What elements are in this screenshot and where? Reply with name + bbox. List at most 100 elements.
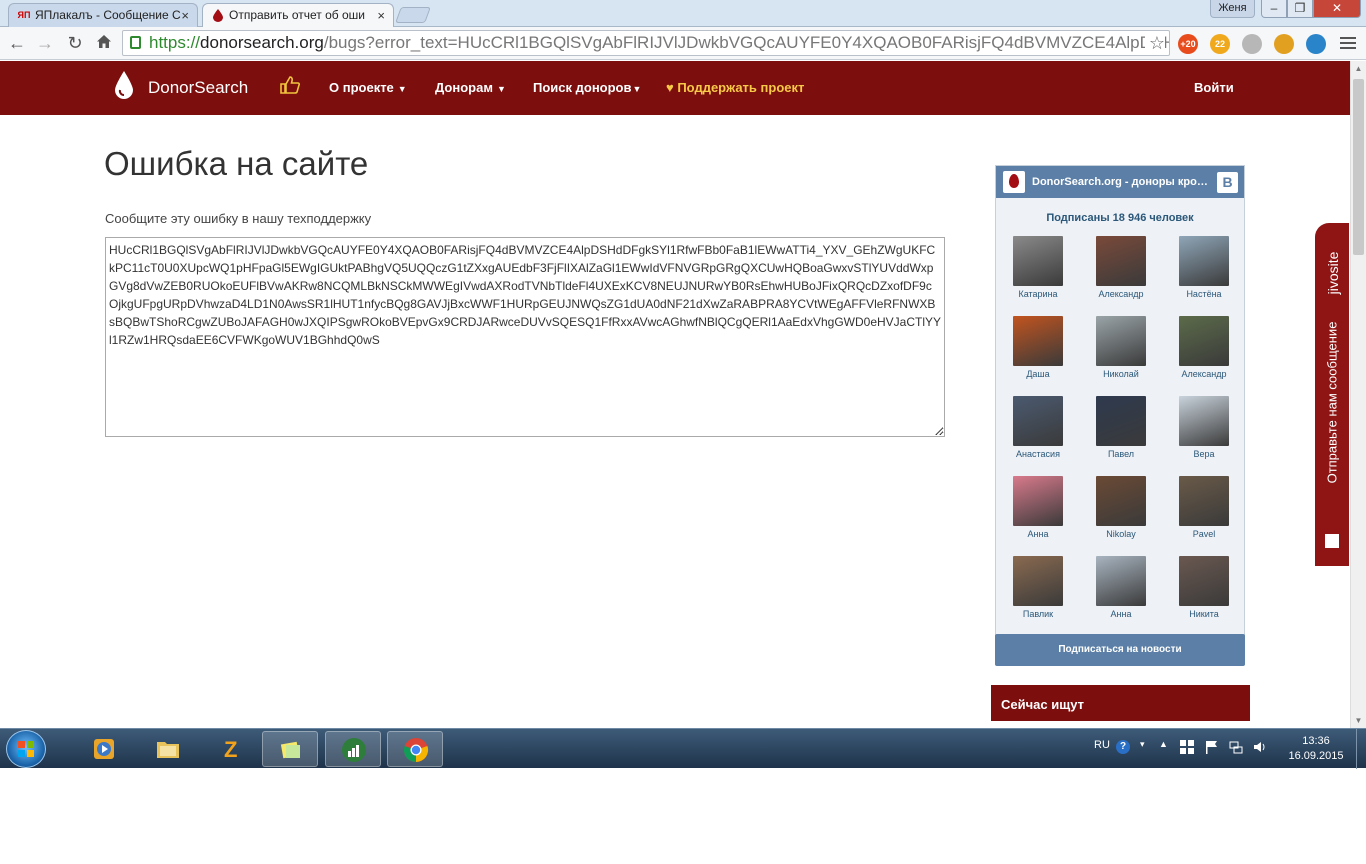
windows-tray-icon[interactable] [1180, 740, 1194, 754]
profile-button[interactable]: Женя [1210, 0, 1255, 18]
community-avatar[interactable] [1003, 171, 1025, 193]
vk-member[interactable]: Настёна [1169, 236, 1239, 299]
member-name[interactable]: Катарина [1003, 289, 1073, 299]
input-options-icon[interactable]: ▾ [1140, 739, 1145, 750]
nav-about[interactable]: О проекте ▼ [329, 80, 407, 95]
tab-close-icon[interactable]: × [181, 8, 189, 23]
error-text-area[interactable]: HUcCRl1BGQlSVgAbFlRIJVlJDwkbVGQcAUYFE0Y4… [105, 237, 945, 437]
forward-arrow-icon[interactable]: → [34, 32, 56, 54]
member-avatar[interactable] [1096, 236, 1146, 286]
vk-member[interactable]: Павел [1086, 396, 1156, 459]
site-logo-text[interactable]: DonorSearch [148, 78, 248, 98]
vk-member[interactable]: Вера [1169, 396, 1239, 459]
vk-community-title[interactable]: DonorSearch.org - доноры крови [1032, 176, 1210, 188]
nav-donors[interactable]: Донорам ▼ [435, 80, 506, 95]
member-name[interactable]: Настёна [1169, 289, 1239, 299]
member-avatar[interactable] [1096, 476, 1146, 526]
member-avatar[interactable] [1013, 316, 1063, 366]
home-icon[interactable] [93, 32, 115, 54]
member-avatar[interactable] [1096, 316, 1146, 366]
taskbar-zona[interactable]: Z [204, 731, 260, 767]
network-icon[interactable] [1229, 740, 1243, 754]
member-avatar[interactable] [1013, 396, 1063, 446]
nav-donor-search[interactable]: Поиск доноров▼ [533, 80, 641, 95]
member-name[interactable]: Никита [1169, 609, 1239, 619]
subscriber-count[interactable]: Подписаны 18 946 человек [996, 212, 1244, 224]
scroll-down-icon[interactable]: ▼ [1351, 713, 1366, 728]
login-link[interactable]: Войти [1194, 80, 1234, 95]
member-avatar[interactable] [1179, 236, 1229, 286]
vk-member[interactable]: Павлик [1003, 556, 1073, 619]
weather-icon[interactable]: 22 [1210, 34, 1230, 54]
address-bar[interactable]: https://donorsearch.org/bugs?error_text=… [122, 30, 1170, 56]
member-name[interactable]: Павлик [1003, 609, 1073, 619]
bookmark-star-icon[interactable]: ☆ [1144, 31, 1165, 55]
member-name[interactable]: Pavel [1169, 529, 1239, 539]
maximize-button[interactable]: ❐ [1287, 0, 1313, 18]
vk-member[interactable]: Александр [1086, 236, 1156, 299]
news-badge-icon[interactable]: +20 [1178, 34, 1198, 54]
scroll-thumb[interactable] [1353, 79, 1364, 255]
member-name[interactable]: Анна [1086, 609, 1156, 619]
taskbar-media-player[interactable] [76, 731, 132, 767]
taskbar-chrome[interactable] [387, 731, 443, 767]
thumbs-up-icon[interactable] [280, 76, 300, 100]
support-project-link[interactable]: ♥ Поддержать проект [666, 80, 804, 95]
member-avatar[interactable] [1179, 476, 1229, 526]
member-avatar[interactable] [1179, 396, 1229, 446]
member-name[interactable]: Nikolay [1086, 529, 1156, 539]
scroll-up-icon[interactable]: ▲ [1351, 61, 1366, 76]
member-avatar[interactable] [1179, 556, 1229, 606]
orange-extension-icon[interactable] [1274, 34, 1294, 54]
member-name[interactable]: Александр [1086, 289, 1156, 299]
member-name[interactable]: Павел [1086, 449, 1156, 459]
resize-grip-icon[interactable] [935, 427, 943, 435]
vk-member[interactable]: Николай [1086, 316, 1156, 379]
member-avatar[interactable] [1013, 476, 1063, 526]
taskbar-signal-app[interactable] [325, 731, 381, 767]
vk-member[interactable]: Даша [1003, 316, 1073, 379]
member-avatar[interactable] [1096, 396, 1146, 446]
globe-extension-icon[interactable] [1306, 34, 1326, 54]
member-avatar[interactable] [1013, 236, 1063, 286]
member-name[interactable]: Александр [1169, 369, 1239, 379]
member-name[interactable]: Вера [1169, 449, 1239, 459]
member-avatar[interactable] [1096, 556, 1146, 606]
vk-member[interactable]: Катарина [1003, 236, 1073, 299]
vk-member[interactable]: Александр [1169, 316, 1239, 379]
taskbar-sticky-notes[interactable] [262, 731, 318, 767]
member-name[interactable]: Анастасия [1003, 449, 1073, 459]
member-name[interactable]: Николай [1086, 369, 1156, 379]
show-desktop-button[interactable] [1356, 729, 1366, 769]
vk-member[interactable]: Анна [1086, 556, 1156, 619]
vk-member[interactable]: Nikolay [1086, 476, 1156, 539]
vk-member[interactable]: Pavel [1169, 476, 1239, 539]
tray-expand-icon[interactable]: ▲ [1159, 739, 1168, 749]
member-name[interactable]: Анна [1003, 529, 1073, 539]
close-window-button[interactable]: ✕ [1313, 0, 1361, 18]
help-icon[interactable]: ? [1116, 740, 1130, 754]
member-avatar[interactable] [1179, 316, 1229, 366]
browser-tab-yaplakal[interactable]: ЯП ЯПлакалъ - Сообщение С × [8, 3, 198, 27]
start-button[interactable] [6, 730, 46, 768]
vk-member[interactable]: Анастасия [1003, 396, 1073, 459]
jivosite-chat-tab[interactable]: jivosite Отправьте нам сообщение [1315, 223, 1349, 566]
language-indicator[interactable]: RU [1094, 739, 1110, 751]
member-avatar[interactable] [1013, 556, 1063, 606]
volume-icon[interactable] [1253, 740, 1267, 754]
vk-member[interactable]: Никита [1169, 556, 1239, 619]
minimize-button[interactable]: – [1261, 0, 1287, 18]
taskbar-explorer[interactable] [140, 731, 196, 767]
reload-icon[interactable]: ↻ [64, 32, 86, 54]
action-center-flag-icon[interactable] [1205, 740, 1219, 754]
vk-logo-icon[interactable]: В [1217, 172, 1238, 193]
vk-member[interactable]: Анна [1003, 476, 1073, 539]
system-clock[interactable]: 13:36 16.09.2015 [1280, 734, 1352, 764]
vk-widget-header[interactable]: DonorSearch.org - доноры крови В [996, 166, 1244, 198]
browser-tab-donorsearch[interactable]: Отправить отчет об оши × [202, 3, 394, 27]
subscribe-button[interactable]: Подписаться на новости [995, 634, 1245, 666]
donorsearch-logo-drop-icon[interactable] [114, 69, 134, 101]
back-arrow-icon[interactable]: ← [6, 32, 28, 54]
tab-close-icon[interactable]: × [377, 8, 385, 23]
chrome-menu-icon[interactable] [1340, 35, 1356, 51]
